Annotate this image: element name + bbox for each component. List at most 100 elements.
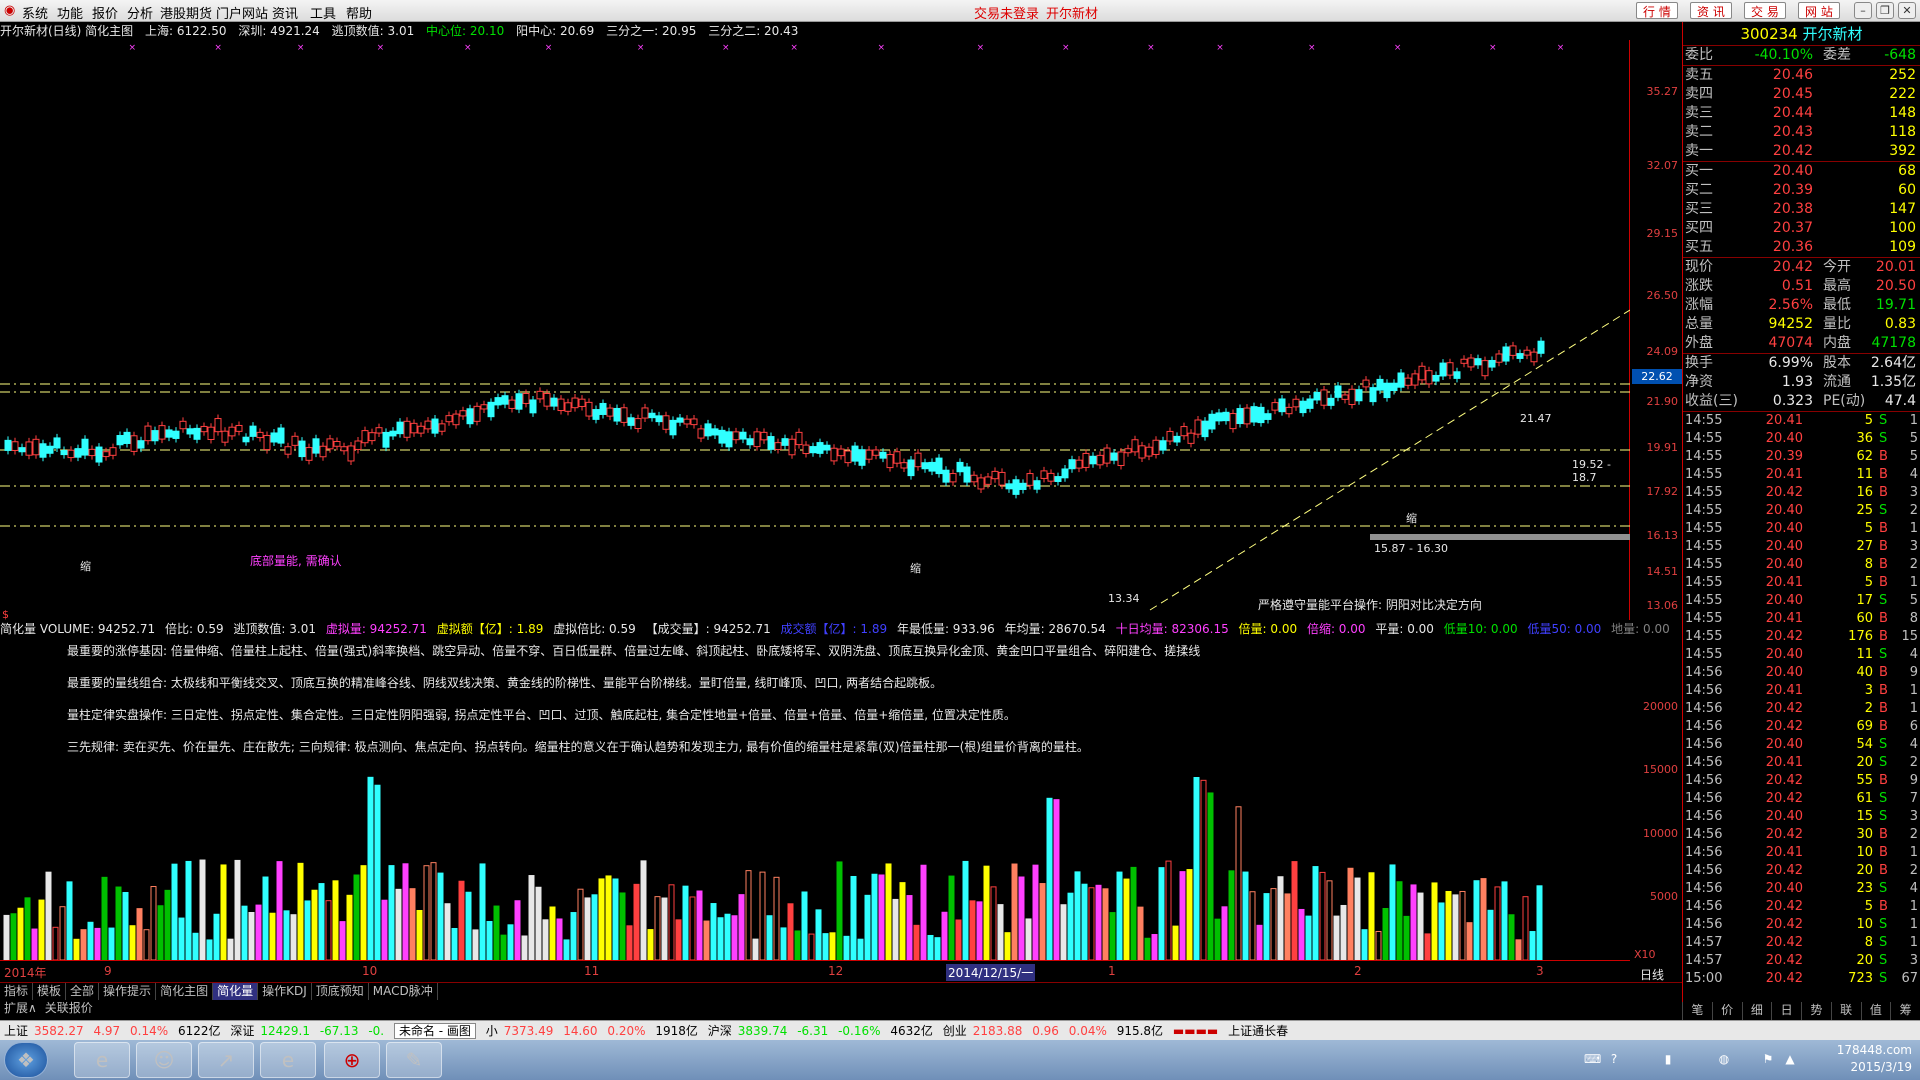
chart-app-icon[interactable]: ↗ <box>198 1042 254 1078</box>
candle-body <box>424 420 432 430</box>
tab-market[interactable]: 行 情 <box>1636 2 1678 19</box>
volume-bar <box>269 912 276 960</box>
candle-body <box>1040 470 1048 479</box>
volume-bar <box>150 886 157 960</box>
candle-body <box>879 451 887 459</box>
candle-body <box>676 417 684 423</box>
low-price-label: 13.34 <box>1108 592 1140 605</box>
menu-portal[interactable]: 门户网站 <box>216 3 268 22</box>
quote-tab[interactable]: 势 <box>1801 1002 1831 1020</box>
candle-body <box>361 430 369 444</box>
menu-help[interactable]: 帮助 <box>346 3 372 22</box>
candle-body <box>1250 406 1258 423</box>
menu-function[interactable]: 功能 <box>57 3 83 22</box>
candle-body <box>1453 371 1461 379</box>
quote-tab[interactable]: 值 <box>1860 1002 1891 1020</box>
tick-count: 1 <box>1909 917 1918 932</box>
minimize-icon[interactable]: – <box>1854 2 1872 19</box>
tick-row: 14:55 20.41 11 B 4 <box>1683 466 1920 484</box>
network-icon[interactable]: ◍ <box>1716 1051 1732 1067</box>
quote-tab[interactable]: 筹 <box>1890 1002 1920 1020</box>
keyboard-icon[interactable]: ⌨ <box>1584 1051 1601 1067</box>
tick-row: 15:00 20.42 723 S 67 <box>1683 970 1920 988</box>
menu-tools[interactable]: 工具 <box>310 3 336 22</box>
tab-website[interactable]: 网 站 <box>1798 2 1840 19</box>
volume-bar <box>234 859 241 960</box>
start-button[interactable]: ❖ <box>4 1042 48 1078</box>
candle-body <box>200 425 208 433</box>
indicator-tab[interactable]: 模板 <box>33 983 67 1000</box>
period-label[interactable]: 日线 <box>1640 966 1664 983</box>
tick-time: 14:56 <box>1685 863 1723 878</box>
flag-icon[interactable]: ⚑ <box>1760 1051 1776 1067</box>
paint-icon[interactable]: ✎ <box>386 1042 442 1078</box>
candle-body <box>914 452 922 468</box>
stat-row: 涨跌 0.51 最高 20.50 <box>1683 277 1920 296</box>
candle-body <box>571 397 579 409</box>
clock[interactable]: 178448.com 2015/3/19 <box>1837 1042 1912 1076</box>
volume-bar <box>31 928 38 960</box>
quote-tab[interactable]: 联 <box>1830 1002 1861 1020</box>
candle-body <box>319 445 327 458</box>
indicator-tab[interactable]: 简化主图 <box>156 983 214 1000</box>
paint-window-tab[interactable]: 未命名 - 画图 <box>393 1023 476 1039</box>
menu-news[interactable]: 资讯 <box>272 3 298 22</box>
restore-icon[interactable]: ❐ <box>1876 2 1894 19</box>
tab-news[interactable]: 资 讯 <box>1690 2 1732 19</box>
quote-tab[interactable]: 细 <box>1741 1002 1772 1020</box>
tick-count: 1 <box>1909 701 1918 716</box>
app-icon[interactable]: ◉ <box>4 3 15 18</box>
volume-bar <box>633 883 640 960</box>
stat-value: 0.51 <box>1781 278 1813 294</box>
volume-bar <box>997 904 1004 960</box>
indicator-tab[interactable]: 操作提示 <box>99 983 157 1000</box>
help-icon[interactable]: ? <box>1606 1051 1622 1067</box>
extend-tab[interactable]: 扩展∧ <box>0 1000 41 1017</box>
zx-value: 7373.49 <box>503 1024 554 1038</box>
tick-list[interactable]: 14:55 20.41 5 S 1 14:55 20.40 36 S 5 14:55… <box>1683 411 1920 988</box>
candle-body <box>732 431 740 441</box>
signal-icon[interactable]: ▲ <box>1782 1051 1798 1067</box>
volume-bar <box>409 888 416 960</box>
signal-marker: × <box>1557 43 1565 53</box>
ie-icon-2[interactable]: e <box>260 1042 316 1078</box>
volume-bar <box>675 919 682 960</box>
battery-icon[interactable]: ▮ <box>1660 1051 1676 1067</box>
bank-icon[interactable]: ⊕ <box>324 1042 380 1078</box>
volume-bar <box>948 875 955 960</box>
volume-bar <box>724 913 731 960</box>
close-icon[interactable]: ✕ <box>1898 2 1916 19</box>
signal-marker: × <box>214 43 222 53</box>
menu-system[interactable]: 系统 <box>22 3 48 22</box>
tick-direction: S <box>1879 791 1888 806</box>
signal-marker: × <box>297 43 305 53</box>
extend-tab[interactable]: 关联报价 <box>41 1000 97 1017</box>
volume-chart[interactable]: 简化量 VOLUME: 94252.71 倍比: 0.59 逃顶数值: 3.01… <box>0 620 1670 960</box>
taskbar: ❖ e ☺ ↗ e ⊕ ✎ ⌨ ? ▮ ◍ ⚑ ▲ 178448.com 201… <box>0 1040 1920 1080</box>
quote-tab[interactable]: 日 <box>1771 1002 1801 1020</box>
indicator-tab[interactable]: 全部 <box>66 983 100 1000</box>
candle-body <box>39 443 47 458</box>
platform-annotation: 严格遵守量能平台操作: 阴阳对比决定方向 <box>1258 598 1482 612</box>
weicha-value: -648 <box>1884 47 1916 63</box>
app-icon-2[interactable]: ☺ <box>136 1042 192 1078</box>
tick-row: 14:55 20.40 8 B 2 <box>1683 556 1920 574</box>
menu-quote[interactable]: 报价 <box>92 3 118 22</box>
sell-row: 卖四 20.45 222 <box>1683 85 1920 104</box>
indicator-tab[interactable]: 操作KDJ <box>258 983 312 1000</box>
menu-hk-futures[interactable]: 港股期货 <box>160 3 212 22</box>
menu-analysis[interactable]: 分析 <box>127 3 153 22</box>
tick-time: 14:55 <box>1685 593 1723 608</box>
indicator-tab[interactable]: 简化量 <box>213 983 259 1000</box>
ie-icon[interactable]: e <box>74 1042 130 1078</box>
main-price-chart[interactable]: × × × × × × × × × × × × × × × × × × 21.47 13.34 19.52 - 1… <box>0 40 1631 621</box>
indicator-tab[interactable]: 顶底预知 <box>312 983 369 1000</box>
signal-marker: × <box>1216 43 1224 53</box>
indicator-tab[interactable]: 指标 <box>0 983 34 1000</box>
quote-tab[interactable]: 笔 <box>1682 1002 1712 1020</box>
candle-body <box>452 413 460 426</box>
sell-orders: 卖五 20.46 252 卖四 20.45 222 卖三 20.44 148 卖二 2… <box>1683 65 1920 161</box>
quote-tab[interactable]: 价 <box>1711 1002 1742 1020</box>
indicator-tab[interactable]: MACD脉冲 <box>369 983 438 1000</box>
tab-trade[interactable]: 交 易 <box>1744 2 1786 19</box>
